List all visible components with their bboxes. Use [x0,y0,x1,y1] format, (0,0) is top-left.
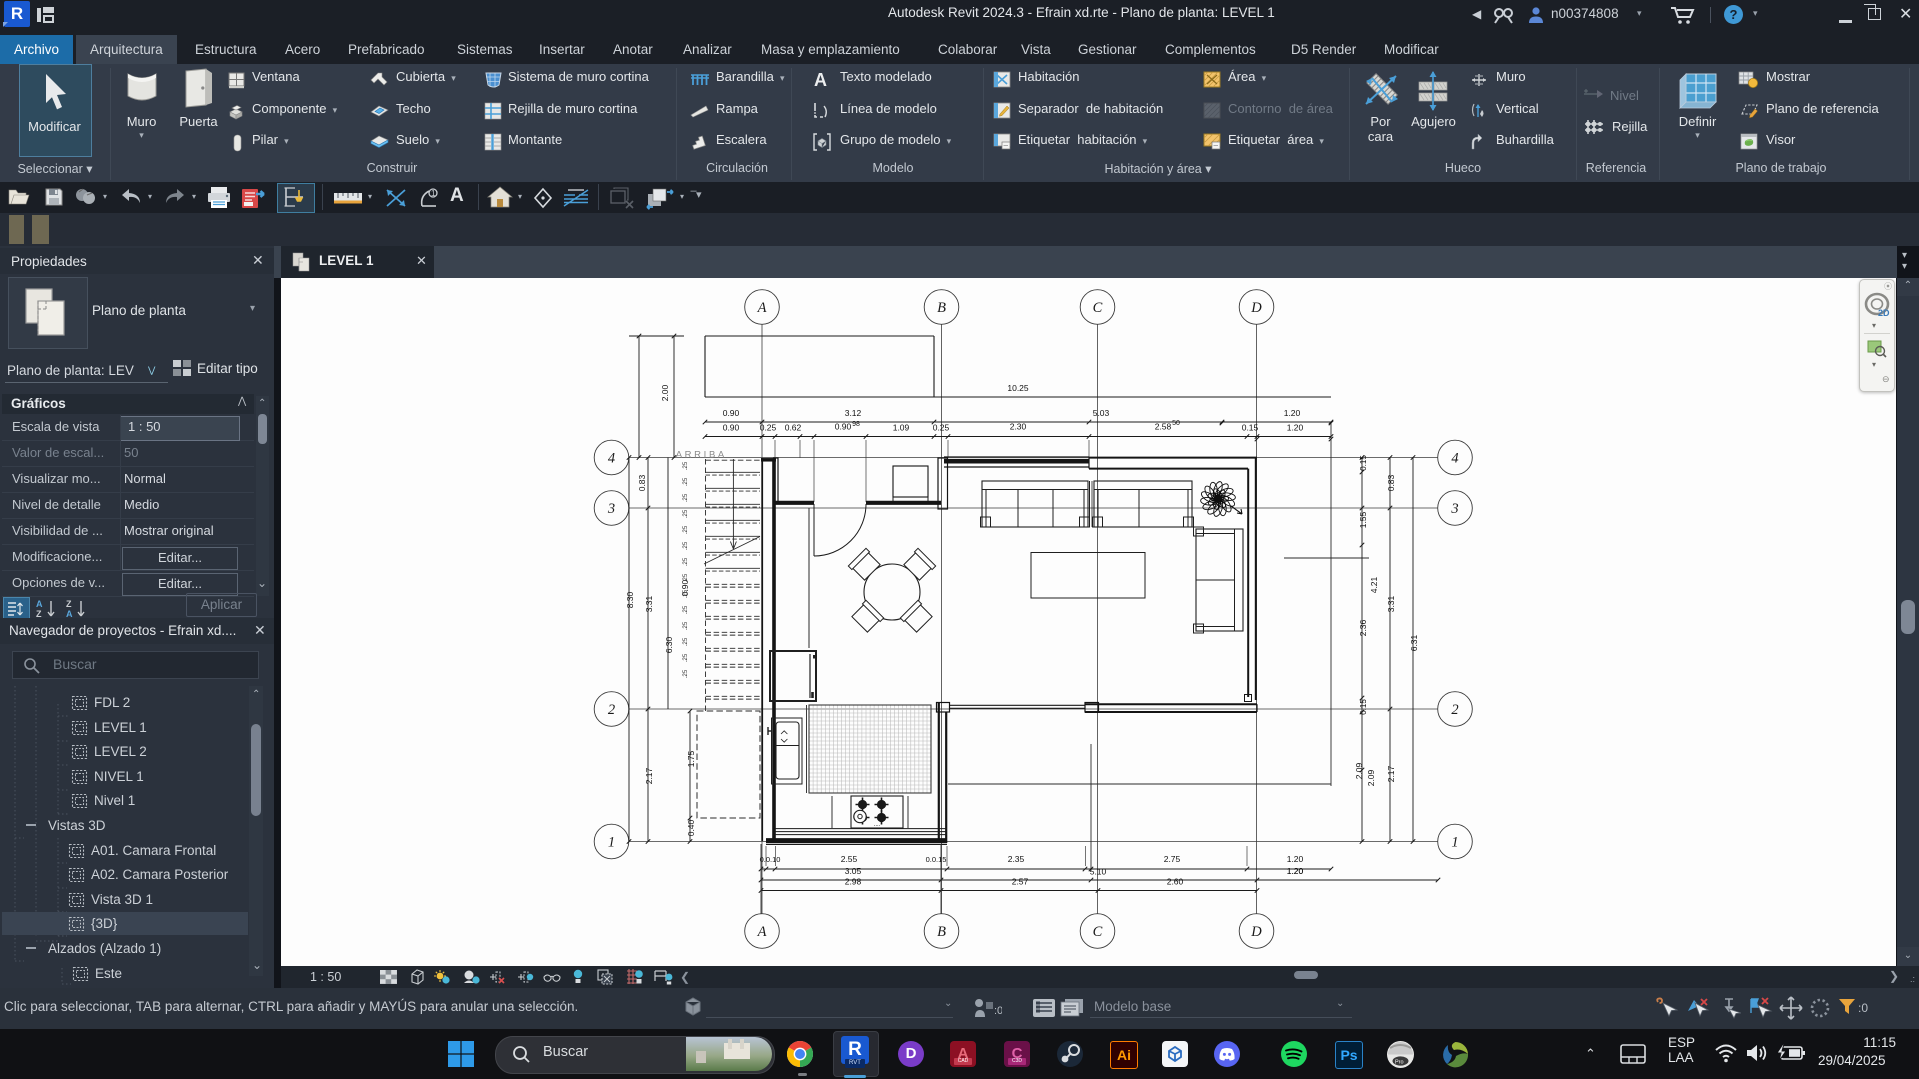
svg-text:0.62: 0.62 [785,423,802,433]
svg-text::0: :0 [994,1005,1002,1017]
svg-text:2.09: 2.09 [1366,769,1376,786]
svg-text:4.21: 4.21 [1369,576,1379,593]
svg-text:1.75: 1.75 [686,750,696,767]
svg-text:2D: 2D [1878,308,1890,318]
svg-text:50: 50 [1172,420,1180,427]
svg-text:3: 3 [607,501,615,517]
svg-text:.25: .25 [682,541,689,550]
svg-text:.25: .25 [682,509,689,518]
svg-text:3.05: 3.05 [845,866,862,876]
svg-text:0.15: 0.15 [1359,455,1368,471]
svg-text:2.75: 2.75 [1164,854,1181,864]
svg-text:3.31: 3.31 [644,595,654,612]
svg-text:.25: .25 [682,557,689,566]
svg-text:2.17: 2.17 [644,767,654,784]
svg-text:0.83: 0.83 [637,474,647,491]
svg-text:A: A [757,924,767,940]
svg-text:0.25: 0.25 [760,423,777,433]
svg-text:1.20: 1.20 [1287,423,1304,433]
svg-text:2.30: 2.30 [1010,422,1027,432]
svg-text:1.20: 1.20 [1287,866,1304,876]
svg-text:.25: .25 [682,669,689,678]
svg-text:B: B [937,300,946,316]
svg-text:4: 4 [1451,451,1458,467]
svg-text:2: 2 [608,702,615,718]
svg-text:4: 4 [608,451,615,467]
svg-text:.25: .25 [682,525,689,534]
svg-text:.25: .25 [682,653,689,662]
svg-text:.25: .25 [682,589,689,598]
svg-text:0.15: 0.15 [1242,423,1259,433]
svg-text:D: D [1250,924,1262,940]
svg-text:0.90: 0.90 [835,422,852,432]
svg-text:2: 2 [1451,702,1458,718]
svg-text:Pro: Pro [1395,1060,1404,1066]
svg-text:C: C [1093,924,1103,940]
svg-text:0.90: 0.90 [723,423,740,433]
svg-text:.25: .25 [682,477,689,486]
svg-text:3.31: 3.31 [1386,595,1396,612]
svg-text:2.57: 2.57 [1012,877,1029,887]
svg-text:2.36: 2.36 [1358,619,1368,636]
svg-text:5.10: 5.10 [1090,867,1107,877]
svg-text:1: 1 [608,835,615,851]
svg-text:1.55: 1.55 [1358,511,1368,528]
svg-text:.25: .25 [682,637,689,646]
svg-text:0.0.10: 0.0.10 [760,855,781,864]
svg-text:.25: .25 [682,621,689,630]
svg-text:0.25: 0.25 [933,423,950,433]
svg-text:3.12: 3.12 [845,408,862,418]
svg-text:B: B [937,924,946,940]
svg-text:0.83: 0.83 [1386,474,1396,491]
svg-text:.25: .25 [682,461,689,470]
svg-text:0.15: 0.15 [1359,699,1368,715]
svg-text:0.40: 0.40 [686,819,696,836]
svg-text:5.03: 5.03 [1093,408,1110,418]
svg-text:1: 1 [1451,835,1458,851]
svg-text:....: .... [874,822,881,828]
svg-text:1: 1 [431,189,436,198]
svg-text:6.31: 6.31 [1409,634,1419,651]
svg-text:2.09: 2.09 [1354,762,1364,779]
svg-text:2.98: 2.98 [845,877,862,887]
svg-text:2.17: 2.17 [1386,765,1396,782]
svg-text:10.25: 10.25 [1007,383,1029,393]
svg-text:3: 3 [1450,501,1458,517]
svg-text:A: A [36,599,43,609]
svg-text:D: D [1250,300,1262,316]
svg-text:.25: .25 [682,573,689,582]
svg-text:Z: Z [66,599,72,609]
svg-text:2.55: 2.55 [841,854,858,864]
svg-text:C: C [1093,300,1103,316]
svg-text:A R R I B A: A R R I B A [676,450,725,461]
svg-text:1.20: 1.20 [1287,854,1304,864]
svg-text:6.30: 6.30 [664,636,674,653]
svg-text:A: A [757,300,767,316]
svg-text:2.58: 2.58 [1155,422,1172,432]
svg-text:2.60: 2.60 [1167,877,1184,887]
svg-text:1.09: 1.09 [893,423,910,433]
svg-text:98: 98 [852,421,860,428]
svg-text:1.20: 1.20 [1284,408,1301,418]
svg-text:0.90: 0.90 [723,408,740,418]
svg-text:2.35: 2.35 [1008,854,1025,864]
svg-text:A: A [814,70,827,89]
svg-text:.25: .25 [682,605,689,614]
svg-text:0.0.15: 0.0.15 [926,855,947,864]
svg-text:.25: .25 [682,493,689,502]
svg-text:2.00: 2.00 [660,384,670,401]
svg-text:8.30: 8.30 [625,591,635,608]
